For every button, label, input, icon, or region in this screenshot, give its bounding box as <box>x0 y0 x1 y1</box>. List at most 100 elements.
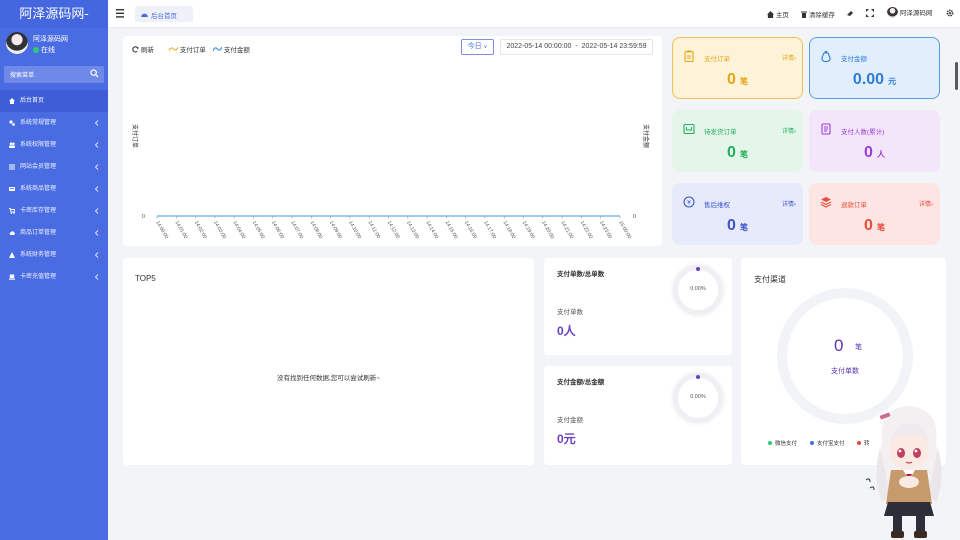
home-label: 主页 <box>775 12 789 19</box>
x-tick-label: 14:22:00 <box>579 220 594 240</box>
ring-marker <box>696 375 700 379</box>
chevron-left-icon <box>94 120 99 126</box>
sidebar-item-label: 商品订单管理 <box>20 230 57 236</box>
x-tick-label: 14:14:00 <box>424 220 439 240</box>
sidebar-item-label: 系统商品管理 <box>20 186 57 192</box>
user-menu[interactable]: 阿泽源码网 <box>887 7 932 18</box>
stat-label: 待发货订单 <box>704 129 737 136</box>
chevron-left-icon <box>94 186 99 192</box>
svg-text:¥: ¥ <box>687 200 691 207</box>
amount-ratio-value: 0元 <box>557 432 576 446</box>
legend-dot-icon <box>768 441 772 445</box>
clipboard-icon <box>684 50 694 62</box>
cart-icon <box>9 208 15 214</box>
x-tick-label: 14:11:00 <box>366 220 381 240</box>
y-axis-label-left: 支付订单 <box>131 124 139 148</box>
user-name: 阿泽源码网 <box>33 36 68 43</box>
gears-icon <box>9 120 15 126</box>
sidebar-item-label: 系统常规管理 <box>20 120 57 126</box>
amount-ratio-percent: 0.00% <box>690 394 706 400</box>
top5-title: TOP5 <box>135 274 156 283</box>
x-tick-label: 14:23:00 <box>598 220 613 240</box>
clear-cache-button[interactable]: 清除缓存 <box>801 9 835 19</box>
stat-number: 0 <box>727 217 736 234</box>
legend-alipay[interactable]: 支付宝支付 <box>810 439 845 447</box>
home-icon <box>9 98 15 104</box>
legend-wechat[interactable]: 微信支付 <box>768 439 797 447</box>
scrollbar-thumb[interactable] <box>955 62 958 90</box>
laptop-icon <box>9 274 15 280</box>
top5-card: TOP5 没有找到任何数据,您可以尝试刷新~ <box>123 258 534 465</box>
search-placeholder: 搜索菜单 <box>10 73 35 79</box>
menu-search-input[interactable]: 搜索菜单 <box>4 66 104 83</box>
sidebar-item-5[interactable]: 系统商品管理 <box>0 178 108 200</box>
sidebar-item-1[interactable]: 后台首页 <box>0 90 108 112</box>
pay-channel-label: 支付单数 <box>831 368 859 375</box>
chevron-left-icon <box>94 142 99 148</box>
sidebar-item-3[interactable]: 系统权限管理 <box>0 134 108 156</box>
x-tick-label: 14:00:00 <box>154 220 169 240</box>
home-icon <box>767 11 774 18</box>
inbox-icon <box>683 123 695 135</box>
chevron-left-icon <box>94 164 99 170</box>
stat-card-5: ¥ 售后维权 详情› 0 笔 <box>672 183 803 245</box>
stat-detail-link[interactable]: 详情› <box>782 53 796 62</box>
stat-detail-link[interactable]: 详情› <box>782 126 796 135</box>
x-tick-label: 14:03:00 <box>212 220 227 240</box>
stat-value: 0笔 <box>673 71 802 89</box>
tab-home[interactable]: 后台首页 <box>135 6 193 22</box>
legend-dot-icon <box>810 441 814 445</box>
y-axis-label-right: 支付金额 <box>642 124 650 148</box>
cloud-icon <box>9 231 15 235</box>
sidebar-item-label: 系统财务管理 <box>20 252 57 258</box>
sidebar: 阿泽源码网- 阿泽源码网 在线 搜索菜单 后台首页 系统常规管理 系统权限管理 网站会… <box>0 0 108 540</box>
list-doc-icon <box>821 123 831 135</box>
sidebar-item-label: 网站会员管理 <box>20 164 57 170</box>
stat-label: 退款订单 <box>841 202 867 209</box>
y-tick-right: 0 <box>633 214 636 220</box>
stat-value: 0笔 <box>673 217 802 235</box>
stat-label: 支付金额 <box>841 56 867 63</box>
layers-icon <box>820 197 832 208</box>
legend-alipay-label: 支付宝支付 <box>817 441 845 447</box>
stat-value: 0笔 <box>673 144 802 162</box>
sidebar-menu: 后台首页系统常规管理系统权限管理网站会员管理 系统商品管理卡密库存管理商品订单管理… <box>0 90 108 288</box>
clear-cache-label: 清除缓存 <box>808 12 835 19</box>
x-tick-label: 14:18:00 <box>502 220 517 240</box>
pay-channel-value: 0 <box>834 336 844 355</box>
sidebar-item-7[interactable]: 商品订单管理 <box>0 222 108 244</box>
eraser-icon[interactable] <box>846 9 854 17</box>
stat-card-6: 退款订单 详情› 0 笔 <box>809 183 940 245</box>
stat-unit: 元 <box>888 77 897 86</box>
settings-icon[interactable] <box>946 9 954 17</box>
list-icon <box>9 164 15 170</box>
home-link[interactable]: 主页 <box>767 9 789 19</box>
sidebar-item-6[interactable]: 卡密库存管理 <box>0 200 108 222</box>
sidebar-item-label: 卡密充值管理 <box>20 274 57 280</box>
sidebar-item-9[interactable]: 卡密充值管理 <box>0 266 108 288</box>
x-tick-label: 14:01:00 <box>174 220 189 240</box>
stat-number: 0 <box>864 144 873 161</box>
x-tick-label: 15:00:00 <box>617 220 632 240</box>
stat-value: 0.00 元 <box>810 71 939 89</box>
legend-wechat-label: 微信支付 <box>775 441 798 447</box>
stat-number: 0 <box>864 217 873 234</box>
stat-detail-link[interactable]: 详情› <box>782 199 796 208</box>
sidebar-item-4[interactable]: 网站会员管理 <box>0 156 108 178</box>
amount-ratio-card: 支付金额/总金额 支付金额 0元 0.00% <box>544 366 732 465</box>
chevron-left-icon <box>94 230 99 236</box>
sidebar-item-8[interactable]: 系统财务管理 <box>0 244 108 266</box>
stat-label: 售后维权 <box>704 202 730 209</box>
x-tick-label: 14:20:00 <box>540 220 555 240</box>
fullscreen-icon[interactable] <box>866 9 874 17</box>
sidebar-item-2[interactable]: 系统常规管理 <box>0 112 108 134</box>
stat-card-1: 支付订单 详情› 0 笔 <box>672 37 803 99</box>
y-tick-left: 0 <box>142 214 145 220</box>
hamburger-icon[interactable] <box>116 9 126 18</box>
x-tick-label: 14:06:00 <box>270 220 285 240</box>
stat-unit: 笔 <box>876 223 885 232</box>
search-icon[interactable] <box>90 69 99 78</box>
stat-detail-link[interactable]: 详情› <box>919 199 933 208</box>
x-tick-label: 14:17:00 <box>482 220 497 240</box>
brand-title[interactable]: 阿泽源码网- <box>0 0 108 28</box>
